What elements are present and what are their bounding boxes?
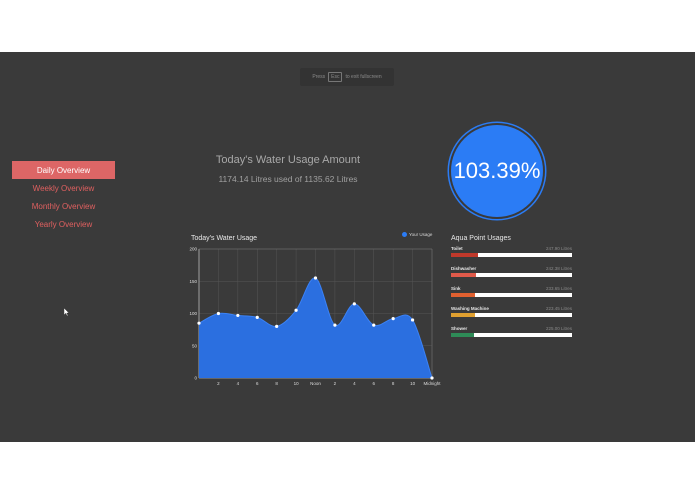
chart-legend[interactable]: Your Usage <box>402 232 432 237</box>
data-point <box>430 376 434 380</box>
data-point <box>275 324 279 328</box>
nav-weekly-overview[interactable]: Weekly Overview <box>12 179 115 197</box>
x-tick-label: 8 <box>275 381 278 386</box>
aqua-point-bar-track <box>451 313 572 317</box>
data-point <box>197 321 201 325</box>
esc-key: Esc <box>328 72 343 82</box>
aqua-point-value: 233.65 Litres <box>545 286 572 291</box>
data-point <box>372 323 376 327</box>
aqua-point-name: Shower <box>451 326 468 331</box>
usage-percent: 103.39% <box>453 158 541 183</box>
fullscreen-hint: Press Esc to exit fullscreen <box>300 68 394 86</box>
aqua-point-bar-fill <box>451 293 476 297</box>
fullscreen-hint-press: Press <box>312 74 326 80</box>
x-tick-label: 8 <box>392 381 395 386</box>
aqua-point-bar-fill <box>451 333 474 337</box>
data-point <box>352 302 356 306</box>
data-point <box>294 308 298 312</box>
usage-area <box>199 277 432 378</box>
aqua-point-bar-track <box>451 273 572 277</box>
data-point <box>410 318 415 322</box>
aqua-point-bar-track <box>451 253 572 257</box>
x-tick-label: Noon <box>310 381 321 386</box>
x-tick-label: 10 <box>410 381 416 386</box>
y-tick-label: 200 <box>189 247 197 252</box>
x-tick-label: 2 <box>217 381 220 386</box>
nav-yearly-overview[interactable]: Yearly Overview <box>12 215 115 233</box>
y-tick-label: 0 <box>194 376 197 381</box>
aqua-point-bar-fill <box>451 253 478 257</box>
data-point <box>236 313 240 318</box>
aqua-point-row: Dishwasher 242.38 Litres <box>451 266 572 280</box>
aqua-point-bar-track <box>451 293 572 297</box>
aqua-point-value: 247.90 Litres <box>545 246 572 251</box>
x-tick-label: 6 <box>372 381 375 386</box>
water-usage-chart: 0 50 100 150 200 2 4 6 8 10 Noon 2 4 6 8 10 Midnight <box>189 247 441 386</box>
aqua-point-name: Sink <box>451 286 461 291</box>
mouse-cursor-icon <box>64 308 70 317</box>
aqua-point-name: Toilet <box>451 246 463 251</box>
aqua-points-title: Aqua Point Usages <box>451 235 511 242</box>
aqua-point-bar-fill <box>451 313 476 317</box>
fullscreen-hint-rest: to exit fullscreen <box>345 74 382 80</box>
aqua-point-row: Sink 233.65 Litres <box>451 286 572 300</box>
aqua-point-name: Dishwasher <box>451 266 477 271</box>
data-point <box>313 276 318 280</box>
usage-subtitle: 1174.14 Litres used of 1135.62 Litres <box>218 174 358 184</box>
aqua-point-bar-fill <box>451 273 477 277</box>
data-point <box>255 315 259 319</box>
x-tick-label: 6 <box>256 381 259 386</box>
y-tick-label: 50 <box>192 343 198 348</box>
y-tick-label: 100 <box>189 311 197 316</box>
legend-label: Your Usage <box>409 232 433 237</box>
usage-percent-circle: 103.39% <box>451 125 543 217</box>
x-tick-label: 4 <box>237 381 240 386</box>
aqua-point-value: 242.38 Litres <box>545 266 572 271</box>
fullscreen-app: Press Esc to exit fullscreen Daily Overv… <box>0 52 695 442</box>
aqua-point-row: Toilet 247.90 Litres <box>451 246 572 260</box>
data-point <box>216 311 221 316</box>
nav-monthly-overview[interactable]: Monthly Overview <box>12 197 115 215</box>
x-tick-label: Midnight <box>423 381 441 386</box>
aqua-point-row: Washing Machine 223.45 Litres <box>451 306 572 320</box>
y-tick-label: 150 <box>189 279 197 284</box>
x-tick-label: 2 <box>334 381 337 386</box>
x-tick-label: 4 <box>353 381 356 386</box>
legend-dot-icon <box>402 232 407 237</box>
aqua-point-bar-track <box>451 333 572 337</box>
data-point <box>333 323 337 327</box>
usage-title: Today's Water Usage Amount <box>215 154 361 166</box>
x-tick-label: 10 <box>294 381 300 386</box>
data-point <box>391 317 395 321</box>
chart-title: Today's Water Usage <box>191 235 258 242</box>
aqua-point-name: Washing Machine <box>451 306 489 311</box>
aqua-point-value: 225.00 Litres <box>545 326 572 331</box>
aqua-point-value: 223.45 Litres <box>545 306 572 311</box>
nav-daily-overview[interactable]: Daily Overview <box>12 161 115 179</box>
aqua-point-row: Shower 225.00 Litres <box>451 326 572 340</box>
